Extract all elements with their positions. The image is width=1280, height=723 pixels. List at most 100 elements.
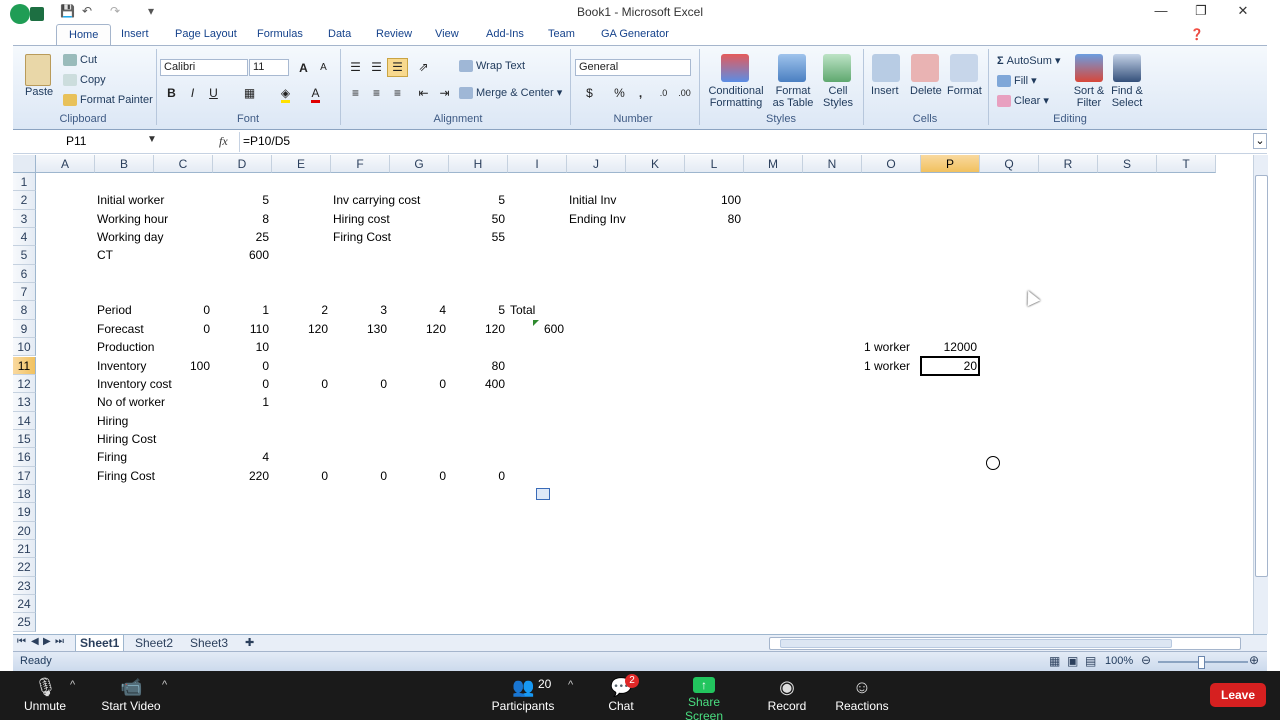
italic-icon[interactable]: I xyxy=(182,84,203,103)
decrease-indent-icon[interactable]: ⇤ xyxy=(413,84,434,103)
cell-b16[interactable]: Firing xyxy=(97,448,127,466)
tab-view[interactable]: View xyxy=(435,28,459,40)
row-header-2[interactable]: 2 xyxy=(13,191,36,210)
underline-icon[interactable]: U xyxy=(203,84,224,103)
column-header-e[interactable]: E xyxy=(272,155,331,173)
cell-e8[interactable]: 2 xyxy=(274,301,328,319)
last-sheet-icon[interactable]: ⏭ xyxy=(55,636,64,647)
zoom-in-icon[interactable]: ⊕ xyxy=(1249,653,1259,667)
increase-decimal-icon[interactable]: .0 xyxy=(653,84,674,103)
cell-b9[interactable]: Forecast xyxy=(97,320,144,338)
number-format-select[interactable]: General xyxy=(575,59,691,76)
cell-f2[interactable]: Inv carrying cost xyxy=(333,191,420,209)
zoom-out-icon[interactable]: ⊖ xyxy=(1141,653,1151,667)
align-right-icon[interactable]: ≡ xyxy=(387,84,408,103)
cell-styles-button[interactable]: Cell Styles xyxy=(818,85,858,109)
copy-button[interactable]: Copy xyxy=(63,74,106,87)
cell-f9[interactable]: 130 xyxy=(333,320,387,338)
paste-icon[interactable] xyxy=(25,54,51,86)
column-header-b[interactable]: B xyxy=(95,155,154,173)
column-header-g[interactable]: G xyxy=(390,155,449,173)
sort-filter-button[interactable]: Sort & Filter xyxy=(1069,85,1109,109)
help-icon[interactable]: ❓ xyxy=(1190,28,1204,41)
format-cells-button[interactable]: Format xyxy=(947,85,982,97)
row-header-15[interactable]: 15 xyxy=(13,429,36,449)
comma-icon[interactable]: , xyxy=(630,84,651,103)
row-header-13[interactable]: 13 xyxy=(13,393,36,412)
cell-f12[interactable]: 0 xyxy=(333,375,387,393)
cell-l2[interactable]: 100 xyxy=(687,191,741,209)
row-header-6[interactable]: 6 xyxy=(13,264,36,284)
clear-button[interactable]: Clear ▾ xyxy=(997,94,1049,108)
orientation-icon[interactable]: ⇗ xyxy=(413,58,434,77)
cell-b10[interactable]: Production xyxy=(97,338,154,356)
cell-o10[interactable]: 1 worker xyxy=(864,338,910,356)
cell-o11[interactable]: 1 worker xyxy=(864,357,910,375)
row-header-5[interactable]: 5 xyxy=(13,246,36,265)
row-header-21[interactable]: 21 xyxy=(13,540,36,559)
vertical-scrollbar[interactable] xyxy=(1253,155,1268,634)
insert-cells-icon[interactable] xyxy=(872,54,900,82)
column-header-q[interactable]: Q xyxy=(980,155,1039,173)
row-header-12[interactable]: 12 xyxy=(13,374,36,394)
page-break-view-icon[interactable]: ▤ xyxy=(1085,654,1096,668)
row-header-9[interactable]: 9 xyxy=(13,319,36,339)
wrap-text-button[interactable]: Wrap Text xyxy=(459,60,525,73)
audio-options-icon[interactable]: ^ xyxy=(70,679,75,691)
decrease-decimal-icon[interactable]: .00 xyxy=(674,84,695,103)
row-header-16[interactable]: 16 xyxy=(13,448,36,467)
unmute-button[interactable]: 🎙 Unmute xyxy=(18,671,72,720)
cell-d3[interactable]: 8 xyxy=(215,210,269,228)
leave-button[interactable]: Leave xyxy=(1210,683,1266,707)
cell-e17[interactable]: 0 xyxy=(274,467,328,485)
cell-h11[interactable]: 80 xyxy=(451,357,505,375)
cell-b3[interactable]: Working hour xyxy=(97,210,168,228)
row-header-7[interactable]: 7 xyxy=(13,283,36,302)
font-size-select[interactable]: 11 xyxy=(249,59,289,76)
restore-icon[interactable]: ❐ xyxy=(1188,3,1214,19)
cell-h2[interactable]: 5 xyxy=(451,191,505,209)
error-indicator-icon[interactable] xyxy=(533,320,539,326)
cell-e12[interactable]: 0 xyxy=(274,375,328,393)
horizontal-scroll-thumb[interactable] xyxy=(780,639,1172,648)
prev-sheet-icon[interactable]: ◀ xyxy=(31,636,39,647)
fill-button[interactable]: Fill ▾ xyxy=(997,74,1037,88)
zoom-level[interactable]: 100% xyxy=(1105,655,1133,667)
cell-i8[interactable]: Total xyxy=(510,301,535,319)
tab-review[interactable]: Review xyxy=(376,28,412,40)
close-icon[interactable]: ✕ xyxy=(1230,3,1256,19)
tab-data[interactable]: Data xyxy=(328,28,351,40)
tab-add-ins[interactable]: Add-Ins xyxy=(486,28,524,40)
cell-g8[interactable]: 4 xyxy=(392,301,446,319)
row-header-23[interactable]: 23 xyxy=(13,576,36,596)
tab-ga-generator[interactable]: GA Generator xyxy=(601,28,669,40)
align-bottom-icon[interactable]: ☰ xyxy=(387,58,408,77)
cell-b14[interactable]: Hiring xyxy=(97,412,128,430)
cell-f4[interactable]: Firing Cost xyxy=(333,228,391,246)
cell-h17[interactable]: 0 xyxy=(451,467,505,485)
column-header-o[interactable]: O xyxy=(862,155,921,173)
row-header-14[interactable]: 14 xyxy=(13,411,36,430)
conditional-formatting-button[interactable]: Conditional Formatting xyxy=(707,85,765,109)
cell-d9[interactable]: 110 xyxy=(215,320,269,338)
currency-icon[interactable]: $ xyxy=(579,84,600,103)
row-header-17[interactable]: 17 xyxy=(13,466,36,485)
cell-d13[interactable]: 1 xyxy=(215,393,269,411)
column-header-t[interactable]: T xyxy=(1157,155,1216,173)
autosum-button[interactable]: Σ AutoSum ▾ xyxy=(997,54,1061,67)
name-box-dropdown-icon[interactable]: ▼ xyxy=(147,134,157,145)
fx-icon[interactable]: fx xyxy=(219,134,228,149)
reactions-button[interactable]: ☺ Reactions xyxy=(834,671,890,720)
cell-l3[interactable]: 80 xyxy=(687,210,741,228)
cell-b8[interactable]: Period xyxy=(97,301,132,319)
format-as-table-icon[interactable] xyxy=(778,54,806,82)
row-header-19[interactable]: 19 xyxy=(13,503,36,522)
horizontal-scrollbar[interactable] xyxy=(769,637,1241,650)
cell-b5[interactable]: CT xyxy=(97,246,113,264)
first-sheet-icon[interactable]: ⏮ xyxy=(17,636,26,647)
formula-input[interactable]: =P10/D5 xyxy=(243,134,290,148)
tab-insert[interactable]: Insert xyxy=(121,28,149,40)
row-header-8[interactable]: 8 xyxy=(13,301,36,320)
column-header-c[interactable]: C xyxy=(154,155,213,173)
cell-h4[interactable]: 55 xyxy=(451,228,505,246)
